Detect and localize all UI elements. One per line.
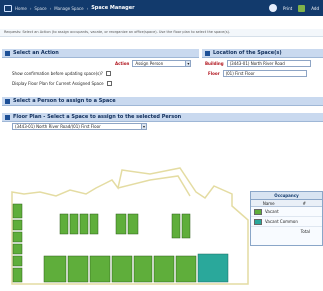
- room[interactable]: [181, 213, 191, 239]
- legend-swatch-vacant-common: [254, 218, 262, 225]
- chevron-down-icon[interactable]: ▾: [185, 60, 192, 67]
- legend-label-vacant-common: Vacant Common: [265, 219, 298, 224]
- breadcrumb-home[interactable]: Home: [15, 6, 27, 11]
- room[interactable]: [12, 219, 23, 231]
- legend-swatch-vacant: [254, 208, 262, 215]
- legend-label-vacant: Vacant: [265, 209, 279, 214]
- action-label: Action: [115, 61, 130, 66]
- print-icon[interactable]: [269, 4, 278, 12]
- display-floorplan-checkbox[interactable]: [106, 81, 112, 86]
- breadcrumb-manage-space[interactable]: Manage Space: [54, 6, 83, 11]
- room[interactable]: [12, 203, 23, 219]
- building-input[interactable]: (3443-01) North River Road: [226, 60, 311, 67]
- home-icon[interactable]: [4, 4, 12, 12]
- legend-row-vacant-common[interactable]: Vacant Common: [251, 217, 322, 227]
- legend-title: Occupancy: [251, 192, 322, 200]
- floorplan-filter-select[interactable]: (3443-01) North River Road/(01) First Fl…: [12, 123, 142, 130]
- collapse-icon[interactable]: [5, 114, 10, 120]
- collapse-icon[interactable]: [5, 50, 10, 56]
- collapse-icon[interactable]: [5, 98, 10, 104]
- room[interactable]: [127, 213, 139, 235]
- person-panel-header[interactable]: Select a Person to assign to a Space: [2, 97, 323, 106]
- page-title: Space Manager: [91, 5, 135, 11]
- room[interactable]: [115, 213, 127, 235]
- instructions-text: Requests: Select an Action (to assign oc…: [0, 29, 323, 37]
- location-panel-header[interactable]: Location of the Space(s): [202, 49, 323, 58]
- room[interactable]: [12, 255, 23, 267]
- add-button[interactable]: Add: [311, 6, 319, 11]
- confirm-label: Show confirmation before updating space(…: [12, 71, 103, 76]
- print-button[interactable]: Print: [283, 6, 292, 11]
- room[interactable]: [12, 243, 23, 255]
- floor-row: Floor (01) First Floor: [208, 70, 307, 77]
- room[interactable]: [153, 255, 175, 283]
- breadcrumb-separator: ›: [86, 5, 89, 11]
- room[interactable]: [43, 255, 67, 283]
- legend-col-name: Name: [262, 200, 275, 206]
- display-row: Display Floor Plan for Current Assigned …: [12, 81, 112, 86]
- occupancy-legend: Occupancy Name # Vacant Vacant Common To…: [250, 191, 323, 246]
- room-common[interactable]: [197, 253, 229, 283]
- action-row: Action Assign Person ▾: [115, 60, 192, 67]
- floor-label: Floor: [208, 71, 220, 76]
- room[interactable]: [59, 213, 69, 235]
- confirm-row: Show confirmation before updating space(…: [12, 71, 111, 76]
- legend-row-vacant[interactable]: Vacant: [251, 207, 322, 217]
- room[interactable]: [12, 267, 23, 283]
- legend-columns: Name #: [251, 200, 322, 207]
- chevron-down-icon[interactable]: ▾: [141, 123, 147, 130]
- display-floorplan-label: Display Floor Plan for Current Assigned …: [12, 81, 104, 86]
- action-select[interactable]: Assign Person: [132, 60, 187, 67]
- collapse-icon[interactable]: [205, 50, 210, 56]
- person-panel-title: Select a Person to assign to a Space: [13, 98, 116, 104]
- room[interactable]: [79, 213, 89, 235]
- room[interactable]: [69, 213, 79, 235]
- breadcrumb-separator: ›: [49, 5, 52, 11]
- action-panel-title: Select an Action: [13, 50, 59, 56]
- room[interactable]: [171, 213, 181, 239]
- room[interactable]: [89, 255, 111, 283]
- toolbar-actions: Print Add: [269, 4, 319, 12]
- room[interactable]: [175, 255, 197, 283]
- room[interactable]: [12, 231, 23, 243]
- building-row: Building (3443-01) North River Road: [205, 60, 311, 67]
- location-panel-title: Location of the Space(s): [213, 50, 282, 56]
- floorplan-filter-row: (3443-01) North River Road/(01) First Fl…: [12, 123, 147, 130]
- room[interactable]: [89, 213, 99, 235]
- confirm-checkbox[interactable]: [105, 71, 111, 76]
- floor-input[interactable]: (01) First Floor: [222, 70, 307, 77]
- breadcrumb-separator: ›: [29, 5, 32, 11]
- building-outline-inner: [117, 175, 191, 197]
- room[interactable]: [67, 255, 89, 283]
- top-bar: Home › Space › Manage Space › Space Mana…: [0, 0, 323, 16]
- breadcrumb-space[interactable]: Space: [34, 6, 46, 11]
- legend-total: Total: [251, 227, 322, 235]
- building-label: Building: [205, 61, 224, 66]
- floorplan-panel-title: Floor Plan - Select a Space to assign to…: [13, 114, 182, 120]
- legend-total-label: Total: [300, 228, 310, 234]
- floorplan-panel-header[interactable]: Floor Plan - Select a Space to assign to…: [2, 113, 323, 122]
- room[interactable]: [133, 255, 153, 283]
- room[interactable]: [111, 255, 133, 283]
- add-icon[interactable]: [298, 4, 306, 12]
- action-panel-header[interactable]: Select an Action: [2, 49, 199, 58]
- legend-col-count: #: [302, 200, 306, 206]
